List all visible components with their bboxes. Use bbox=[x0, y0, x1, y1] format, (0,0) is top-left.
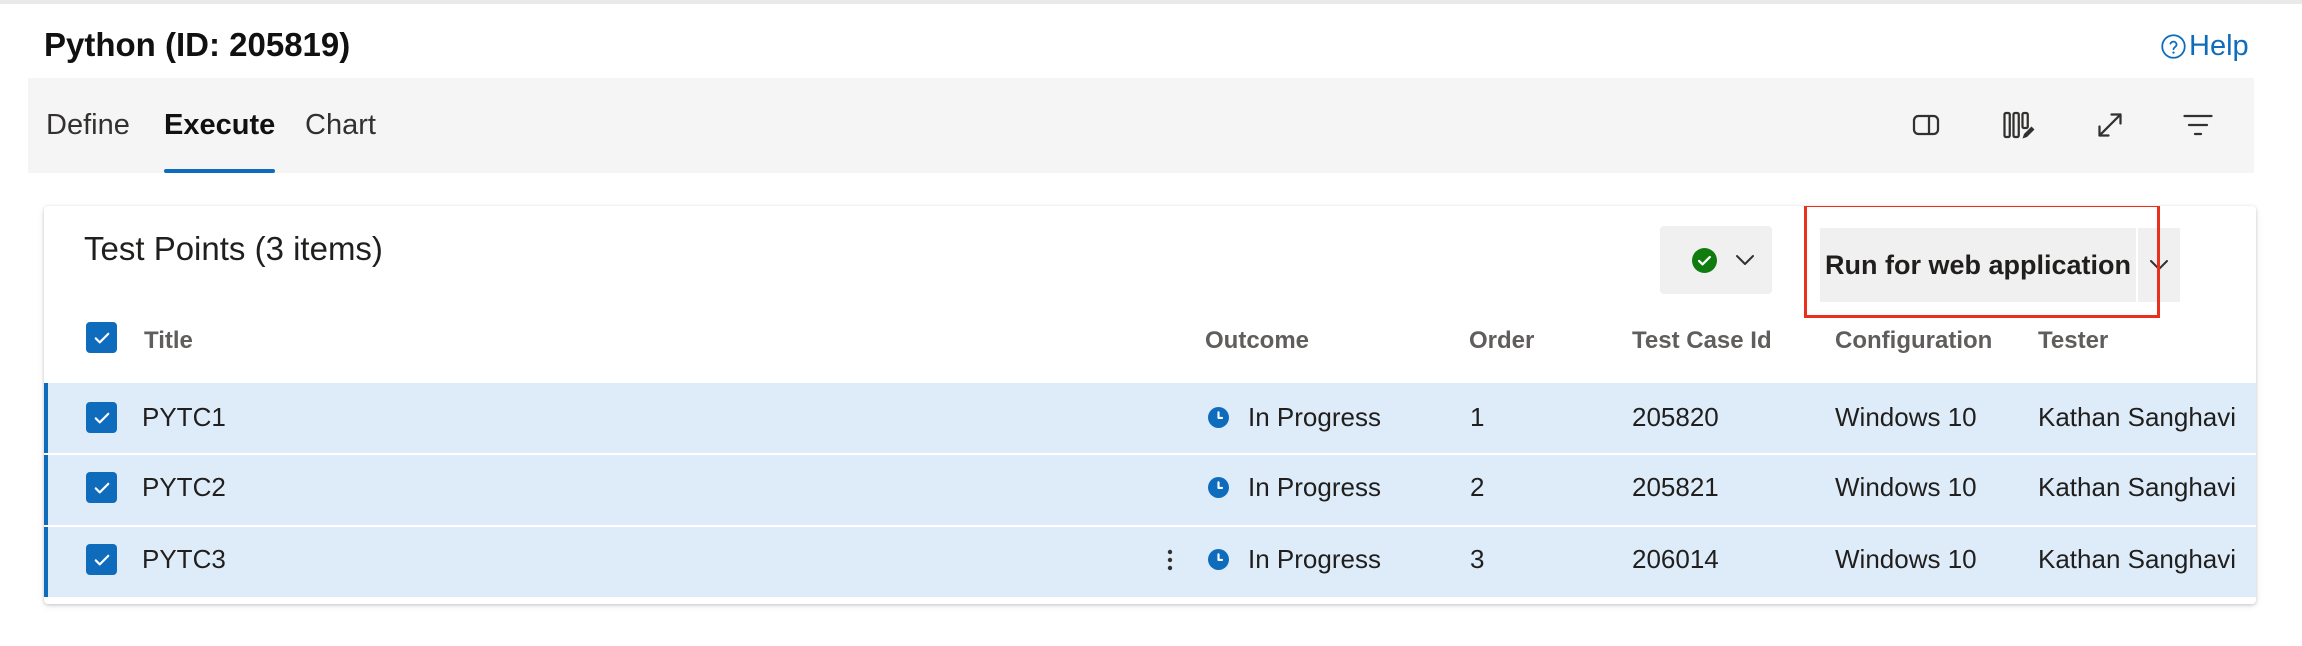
select-all-checkbox[interactable] bbox=[86, 322, 117, 353]
side-panel-icon[interactable] bbox=[1904, 103, 1948, 147]
run-options-dropdown[interactable] bbox=[2138, 228, 2180, 302]
cell-configuration: Windows 10 bbox=[1835, 472, 1977, 502]
column-header-test-case-id[interactable]: Test Case Id bbox=[1632, 327, 1772, 355]
table-row[interactable]: PYTC1 In Progress 1 205820 Windows 10 Ka… bbox=[44, 383, 2256, 453]
checkmark-icon bbox=[94, 482, 109, 493]
cell-order: 3 bbox=[1470, 544, 1485, 574]
cell-outcome: In Progress bbox=[1248, 544, 1381, 574]
table-row[interactable]: PYTC3 In Progress 3 206014 Windows 10 Ka… bbox=[44, 527, 2256, 597]
tab-label: Define bbox=[46, 109, 130, 141]
in-progress-icon bbox=[1208, 407, 1229, 428]
cell-test-case-id: 205820 bbox=[1632, 402, 1719, 432]
row-checkbox[interactable] bbox=[86, 472, 117, 503]
tab-define[interactable]: Define bbox=[46, 78, 130, 173]
chevron-down-icon bbox=[1736, 255, 1754, 265]
cell-order: 1 bbox=[1470, 402, 1485, 432]
help-icon bbox=[2161, 33, 2186, 59]
in-progress-icon bbox=[1208, 477, 1229, 498]
fullscreen-icon[interactable] bbox=[2088, 103, 2132, 147]
run-for-web-application-button[interactable]: Run for web application bbox=[1820, 228, 2136, 302]
cell-test-case-id: 205821 bbox=[1632, 472, 1719, 502]
help-label: Help bbox=[2189, 29, 2249, 62]
test-points-panel: Test Points (3 items) Run for web applic… bbox=[44, 206, 2256, 604]
checkmark-icon bbox=[94, 554, 109, 565]
in-progress-icon bbox=[1208, 549, 1229, 570]
cell-title[interactable]: PYTC2 bbox=[142, 472, 226, 503]
cell-test-case-id: 206014 bbox=[1632, 544, 1719, 574]
cell-configuration: Windows 10 bbox=[1835, 544, 1977, 574]
cell-order: 2 bbox=[1470, 472, 1485, 502]
tab-label: Execute bbox=[164, 109, 276, 141]
cell-outcome: In Progress bbox=[1248, 472, 1381, 502]
row-checkbox[interactable] bbox=[86, 402, 117, 433]
column-header-title[interactable]: Title bbox=[144, 327, 193, 355]
check-circle-icon bbox=[1692, 248, 1717, 273]
cell-tester: Kathan Sanghavi bbox=[2038, 544, 2237, 574]
cell-outcome: In Progress bbox=[1248, 402, 1381, 432]
tab-selected-indicator bbox=[164, 169, 276, 173]
filter-icon[interactable] bbox=[2176, 103, 2220, 147]
row-checkbox[interactable] bbox=[86, 544, 117, 575]
column-header-configuration[interactable]: Configuration bbox=[1835, 327, 1992, 355]
mark-outcome-button[interactable] bbox=[1660, 226, 1772, 294]
column-header-order[interactable]: Order bbox=[1469, 327, 1534, 355]
chevron-down-icon bbox=[2150, 260, 2168, 270]
top-border bbox=[0, 0, 2302, 4]
cell-title[interactable]: PYTC1 bbox=[142, 402, 226, 433]
checkmark-icon bbox=[94, 412, 109, 423]
run-split-button: Run for web application bbox=[1812, 222, 2198, 302]
column-options-icon[interactable] bbox=[1996, 103, 2040, 147]
cell-tester: Kathan Sanghavi bbox=[2038, 402, 2237, 432]
cell-title[interactable]: PYTC3 bbox=[142, 544, 226, 575]
column-header-tester[interactable]: Tester bbox=[2038, 327, 2108, 355]
tab-chart[interactable]: Chart bbox=[305, 78, 376, 173]
more-options-icon[interactable] bbox=[1158, 545, 1182, 575]
tab-label: Chart bbox=[305, 109, 376, 141]
panel-title: Test Points (3 items) bbox=[84, 230, 383, 267]
cell-tester: Kathan Sanghavi bbox=[2038, 472, 2237, 502]
tab-execute[interactable]: Execute bbox=[164, 78, 276, 173]
checkmark-icon bbox=[94, 332, 109, 343]
help-link[interactable]: Help bbox=[2160, 26, 2249, 66]
column-header-outcome[interactable]: Outcome bbox=[1205, 327, 1309, 355]
table-row[interactable]: PYTC2 In Progress 2 205821 Windows 10 Ka… bbox=[44, 455, 2256, 525]
cell-configuration: Windows 10 bbox=[1835, 402, 1977, 432]
page-title: Python (ID: 205819) bbox=[44, 26, 351, 63]
